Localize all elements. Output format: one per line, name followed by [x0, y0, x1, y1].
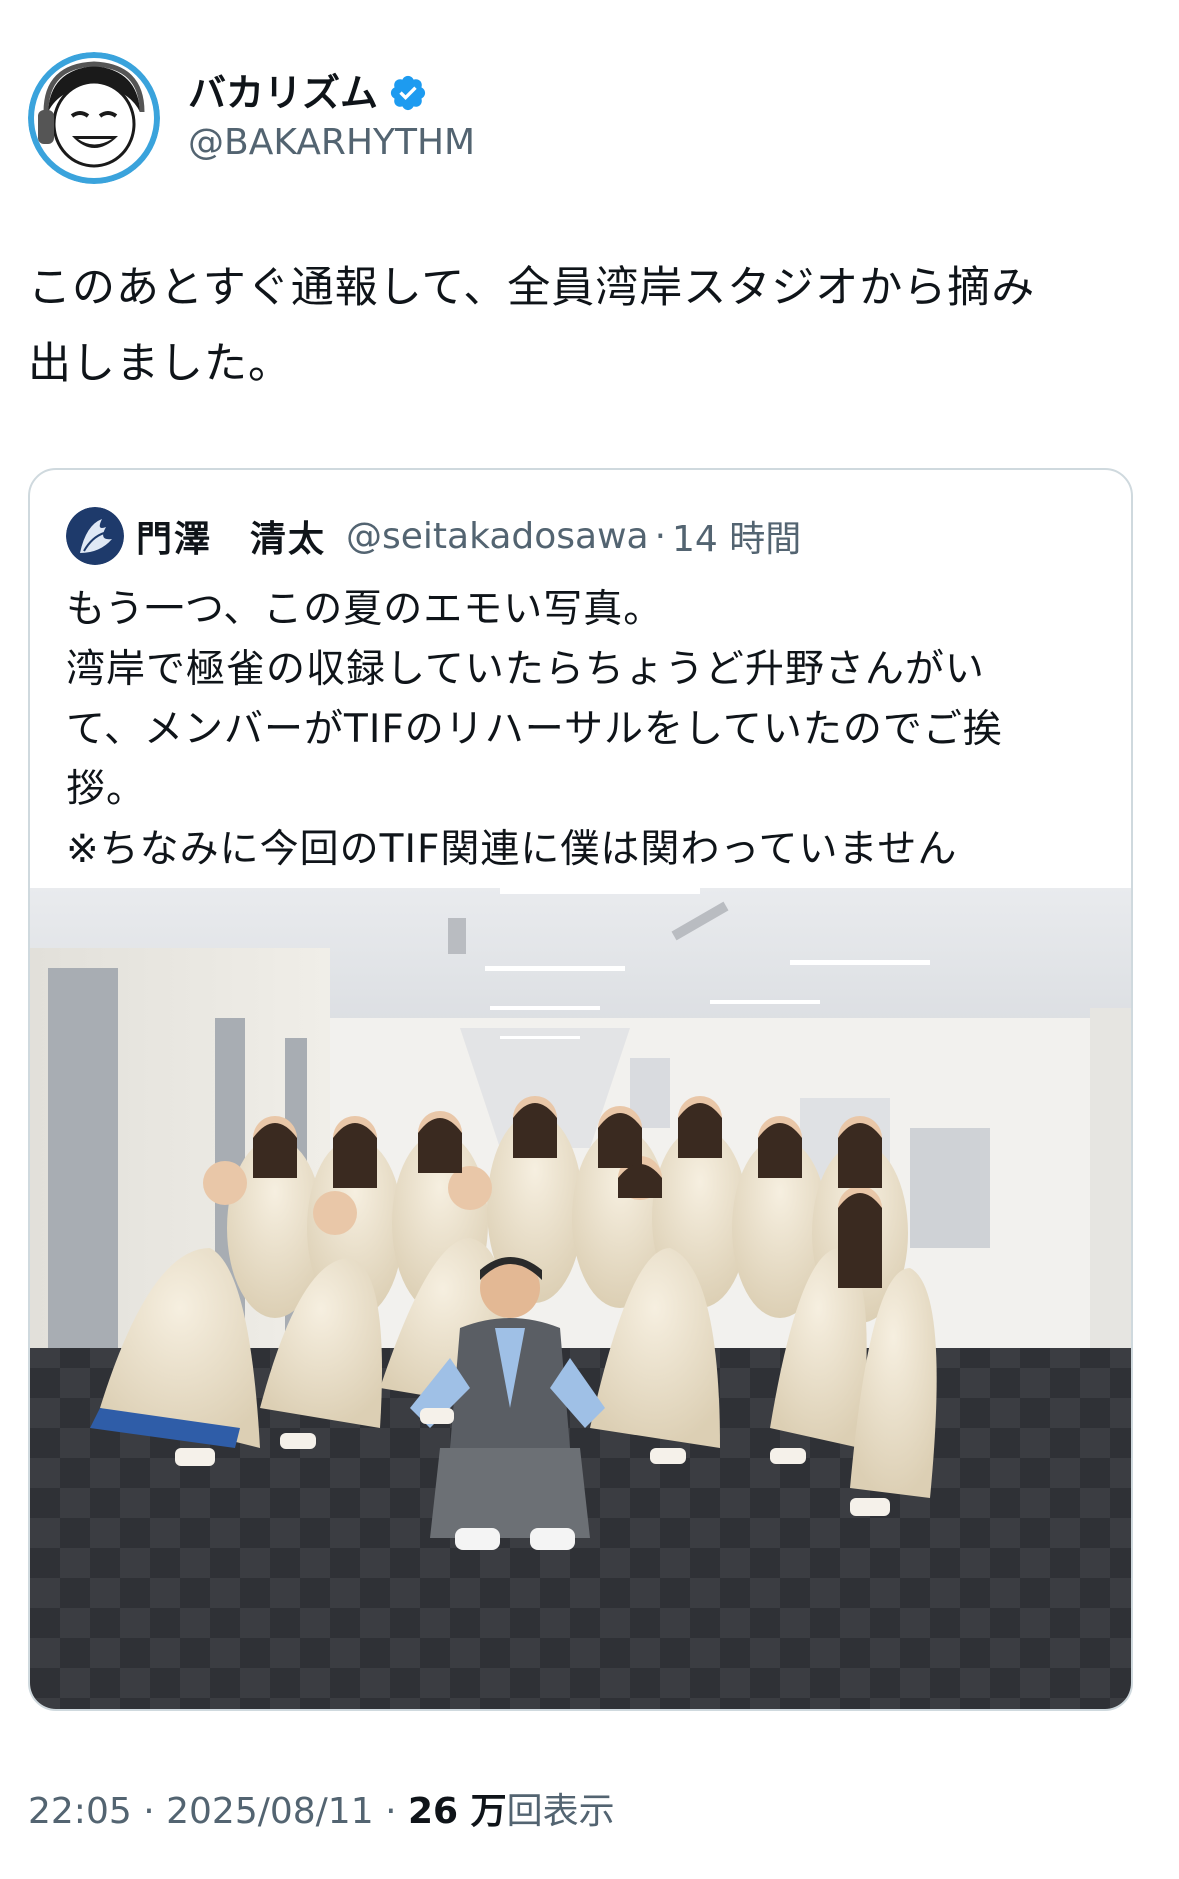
author-avatar[interactable] [28, 51, 160, 184]
views-label: 回表示 [506, 1791, 615, 1832]
quoted-tweet-header: 門澤 清太 @seitakadosawa · 14 時間 [66, 506, 801, 566]
display-name-row: バカリズム [188, 70, 475, 116]
views-count: 26 万 [407, 1791, 507, 1832]
meta-separator: · [143, 1791, 155, 1832]
quoted-separator: · [654, 515, 667, 557]
tweet-date[interactable]: 2025/08/11 [166, 1791, 374, 1832]
author-handle[interactable]: @BAKARHYTHM [188, 120, 475, 166]
tweet-time[interactable]: 22:05 [28, 1791, 132, 1832]
meta-separator: · [385, 1791, 397, 1832]
quoted-tweet-text: もう一つ、この夏のエモい写真。 湾岸で極雀の収録していたらちょうど升野さんがい … [66, 587, 1003, 872]
tweet-page: バカリズム @BAKARHYTHM このあとすぐ通報して、全員湾岸スタジオから摘… [0, 0, 1179, 1879]
verified-badge-icon[interactable] [388, 73, 428, 113]
quoted-timestamp[interactable]: 14 時間 [672, 510, 801, 562]
author-text: バカリズム @BAKARHYTHM [188, 70, 475, 166]
quoted-author-name[interactable]: 門澤 清太 [136, 510, 326, 562]
quoted-author-handle[interactable]: @seitakadosawa [346, 516, 649, 557]
tweet-meta: 22:05 · 2025/08/11 · 26 万回表示 [28, 1790, 615, 1834]
quoted-tweet-photo[interactable] [30, 888, 1131, 1709]
quoted-tweet-card[interactable]: 門澤 清太 @seitakadosawa · 14 時間 もう一つ、この夏のエモ… [28, 468, 1133, 1711]
tweet-text: このあとすぐ通報して、全員湾岸スタジオから摘み 出しました。 [28, 263, 1036, 389]
author-display-name[interactable]: バカリズム [188, 70, 378, 116]
tweet-author: バカリズム @BAKARHYTHM [28, 50, 475, 185]
quoted-author-avatar[interactable] [66, 507, 124, 565]
